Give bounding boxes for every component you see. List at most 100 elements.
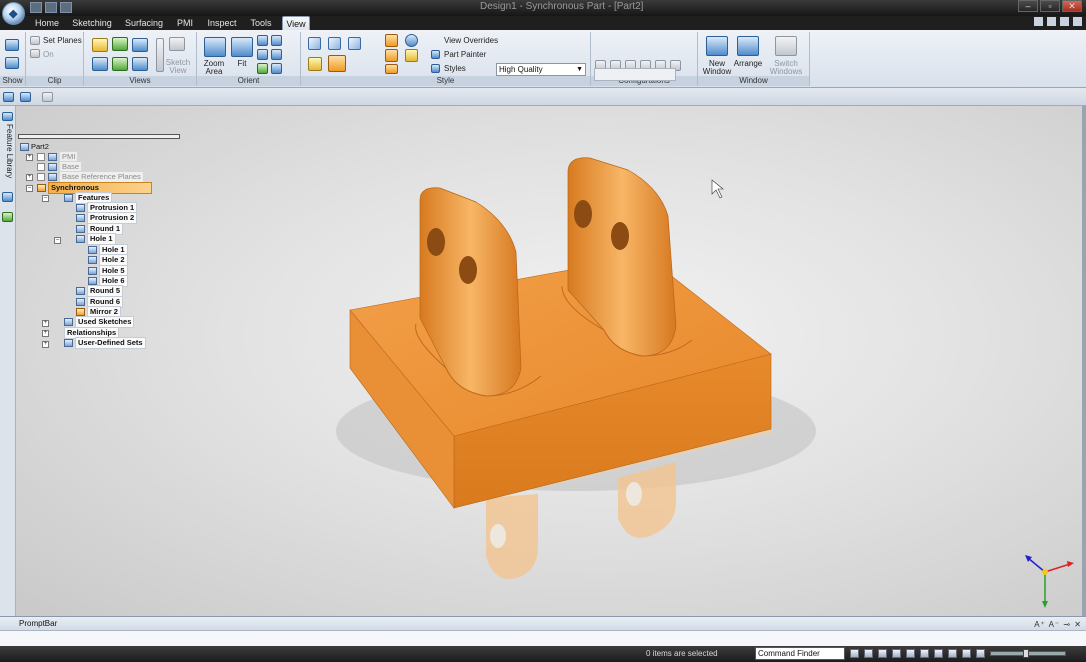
help-icon[interactable] [1047,17,1056,26]
feature-library-tab[interactable]: Feature Library [1,116,14,186]
pathfinder-header[interactable] [18,134,180,139]
spin-icon[interactable] [271,49,282,60]
configuration-select[interactable] [594,68,676,81]
tab-sketching[interactable]: Sketching [68,16,116,30]
style-icon-4[interactable] [405,49,418,62]
pan-icon[interactable] [271,35,282,46]
set-planes-button[interactable]: Set Planes [43,36,82,45]
redo-icon[interactable] [60,2,72,13]
shaded-icon[interactable] [308,57,322,71]
views-gallery-scroll[interactable] [156,38,164,72]
font-increase-icon[interactable]: A⁺ [1034,620,1046,629]
view-icon-4[interactable] [92,57,108,71]
shaded-with-edges-icon[interactable] [328,55,346,72]
look-at-icon[interactable] [271,63,282,74]
ribbon-options-icon[interactable] [1034,17,1043,26]
3d-viewport[interactable]: Part2 + PMI Base + Base Reference Planes… [16,106,1082,616]
tab-inspect[interactable]: Inspect [204,16,240,30]
status-rotate-icon[interactable] [906,649,915,658]
collapse-synchronous[interactable]: – [26,185,33,192]
refresh-icon[interactable] [257,63,268,74]
hide-icon[interactable] [5,57,19,69]
zoom-slider[interactable] [990,649,1066,658]
tab-pmi[interactable]: PMI [172,16,198,30]
status-settings-icon[interactable] [976,649,985,658]
sketch-view-button[interactable]: Sketch View [164,59,192,75]
status-shaded-icon[interactable] [934,649,943,658]
wire-cube-icon[interactable] [328,37,341,50]
tree-item-protrusion-2[interactable]: Protrusion 2 [76,212,138,224]
tree-item-hole-2[interactable]: Hole 2 [88,254,128,266]
undo-icon[interactable] [45,2,57,13]
application-button[interactable]: ◆ [2,2,25,25]
tree-item-base-reference-planes[interactable]: Base Reference Planes [37,171,144,183]
tab-view[interactable]: View [282,16,310,30]
expand-pmi[interactable]: + [26,154,33,161]
render-quality-select[interactable]: High Quality ▼ [496,63,586,76]
view-icon-5[interactable] [112,57,128,71]
status-pan-icon[interactable] [892,649,901,658]
command-finder-input[interactable]: Command Finder [755,647,845,660]
hidden-lines-cube-icon[interactable] [348,37,361,50]
status-options-icon[interactable] [962,649,971,658]
new-window-button[interactable]: New Window [700,60,734,76]
style-icon-3[interactable] [385,64,398,74]
tree-item-used-sketches[interactable]: Used Sketches [64,316,135,328]
collapse-hole-1[interactable]: – [54,237,61,244]
expand-relationships[interactable]: + [42,330,49,337]
strip-redo-icon[interactable] [42,92,53,102]
part-model[interactable] [16,106,1082,616]
close-button[interactable]: ✕ [1062,0,1082,12]
view-triad-icon[interactable] [1018,548,1078,610]
save-icon[interactable] [30,2,42,13]
base-checkbox[interactable] [37,163,45,171]
clip-on-button[interactable]: On [43,50,54,59]
select-tool-icon[interactable] [3,92,14,102]
view-icon-3[interactable] [132,38,148,52]
maximize-button[interactable]: ▫ [1040,0,1060,12]
tree-item-hole-1-group[interactable]: Hole 1 [76,233,116,245]
style-icon-1[interactable] [385,34,398,47]
style-icon-2[interactable] [385,49,398,62]
shaded-cube-icon[interactable] [308,37,321,50]
zoom-icon[interactable] [257,35,268,46]
minimize-button[interactable]: – [1018,0,1038,12]
expand-used-sketches[interactable]: + [42,320,49,327]
arrange-button[interactable]: Arrange [732,60,764,68]
tab-surfacing[interactable]: Surfacing [122,16,166,30]
pmi-checkbox[interactable] [37,153,45,161]
view-overrides-button[interactable]: View Overrides [444,36,498,45]
status-zoom-in-icon[interactable] [850,649,859,658]
styles-button[interactable]: Styles [444,64,466,73]
relations-icon[interactable] [2,212,13,222]
view-icon-6[interactable] [132,57,148,71]
pin-icon[interactable]: ⊸ [1063,620,1071,629]
status-zoom-out-icon[interactable] [864,649,873,658]
doc-close-icon[interactable] [1073,17,1082,26]
base-reference-planes-checkbox[interactable] [37,173,45,181]
fit-button[interactable]: Fit [231,60,253,68]
part-painter-button[interactable]: Part Painter [444,50,486,59]
tab-home[interactable]: Home [32,16,62,30]
expand-user-defined-sets[interactable]: + [42,341,49,348]
tree-root[interactable]: Part2 [20,142,49,152]
status-view-icon[interactable] [920,649,929,658]
tab-tools[interactable]: Tools [246,16,276,30]
expand-base-reference-planes[interactable]: + [26,174,33,181]
zoom-slider-thumb[interactable] [1023,649,1029,658]
strip-undo-icon[interactable] [20,92,31,102]
show-icon[interactable] [5,39,19,51]
named-view-icon[interactable] [92,38,108,52]
view-icon-2[interactable] [112,37,128,51]
tree-item-user-defined-sets[interactable]: User-Defined Sets [64,337,146,349]
zoom-area-button[interactable]: Zoom Area [199,60,229,76]
font-decrease-icon[interactable]: A⁻ [1049,620,1061,629]
layers-icon[interactable] [2,192,13,202]
collapse-features[interactable]: – [42,195,49,202]
doc-minimize-icon[interactable] [1060,17,1069,26]
status-fit-icon[interactable] [878,649,887,658]
switch-windows-button[interactable]: Switch Windows [766,60,806,76]
promptbar-close-icon[interactable]: ✕ [1074,620,1082,629]
rotate-icon[interactable] [257,49,268,60]
status-style-icon[interactable] [948,649,957,658]
